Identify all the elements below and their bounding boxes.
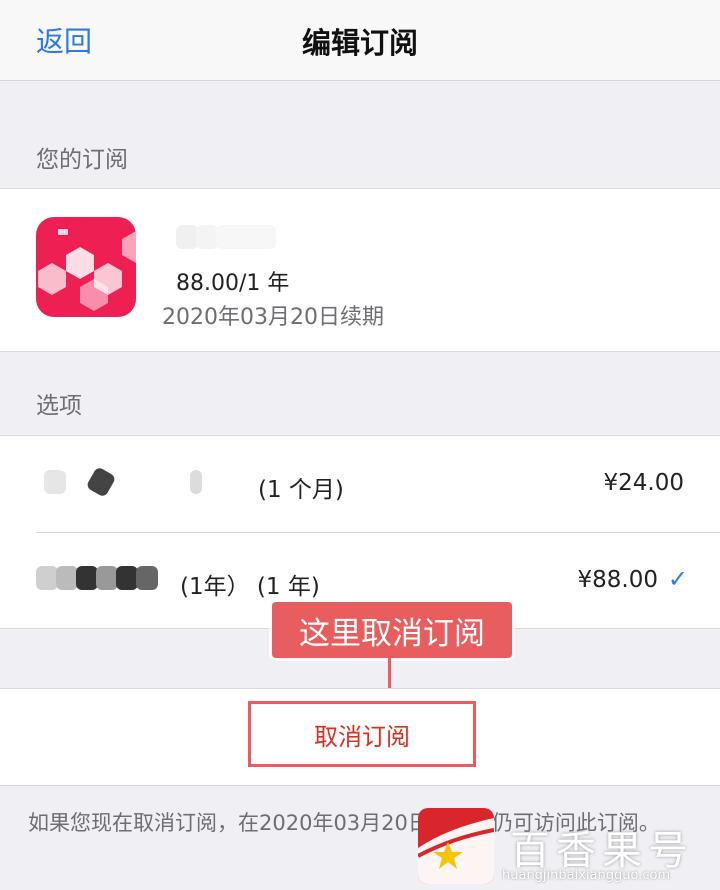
- option-label: (1年） (1 年): [180, 574, 320, 600]
- subscription-renew-date: 2020年03月20日续期: [162, 305, 384, 330]
- option-row-monthly[interactable]: (1 个月) ¥24.00: [0, 436, 720, 531]
- option-price: ¥88.00: [577, 567, 658, 593]
- cancel-card: 取消订阅: [0, 688, 720, 786]
- watermark-logo-icon: [418, 808, 494, 884]
- annotation-callout: 这里取消订阅: [272, 602, 512, 658]
- watermark: 百香果号 huangjinbaixiangguo.com: [418, 808, 718, 888]
- navigation-bar: 返回 编辑订阅: [0, 0, 720, 81]
- subscription-section-header: 您的订阅: [36, 147, 128, 173]
- app-icon: [36, 217, 136, 317]
- subscription-card[interactable]: 88.00/1 年 2020年03月20日续期: [0, 188, 720, 352]
- options-card: (1 个月) ¥24.00 (1年） (1 年) ¥88.00 ✓: [0, 435, 720, 629]
- option-label: (1 个月): [258, 477, 344, 503]
- blurred-option-name: [44, 466, 202, 498]
- blurred-option-name: [36, 566, 158, 590]
- page-title: 编辑订阅: [301, 26, 418, 60]
- checkmark-icon: ✓: [667, 565, 688, 593]
- cancel-subscription-button[interactable]: 取消订阅: [248, 701, 476, 767]
- option-price: ¥24.00: [603, 470, 684, 496]
- watermark-url: huangjinbaixiangguo.com: [502, 868, 671, 883]
- subscription-price: 88.00/1 年: [176, 271, 290, 296]
- blurred-app-name: [176, 225, 276, 249]
- options-section-header: 选项: [36, 393, 82, 419]
- hexagon-pattern-icon: [38, 229, 136, 311]
